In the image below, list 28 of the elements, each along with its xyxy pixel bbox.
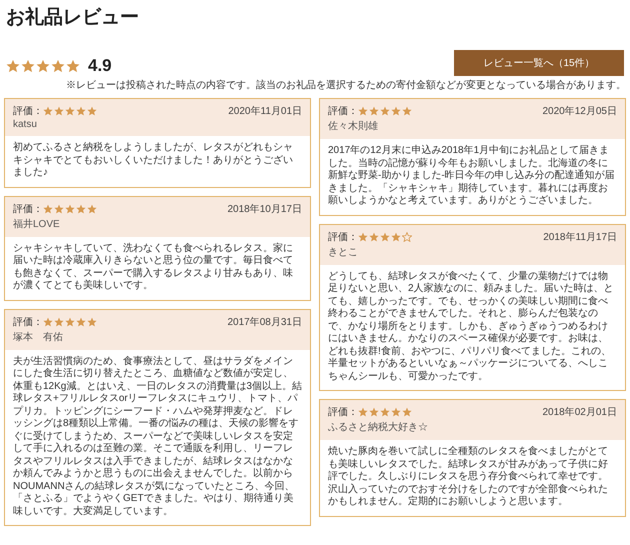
review-date: 2020年11月01日 bbox=[228, 105, 302, 118]
rating-label: 評価： bbox=[328, 104, 358, 118]
review-date: 2017年08月31日 bbox=[228, 316, 302, 328]
reviewer-name: きとこ bbox=[328, 246, 359, 258]
review-note: ※レビューは投稿された時点の内容です。該当のお礼品を選択するための寄付金額などが変更となっている場合があります。 bbox=[65, 78, 626, 92]
rating-label: 評価： bbox=[13, 316, 43, 328]
review-text: 2017年の12月末に申込み2018年1月中旬にお礼品として届きました。当時の記憶が蘇り今年もお願いしました。北海道の冬に新鮮な野菜-助かりました-昨日今年の申し込み分の配達通知が届きました。「シャキシャキ」期待しています。暮れには再度お願いしようかなと考えています。ありがとうございました。 bbox=[327, 144, 616, 208]
rating-label: 評価： bbox=[328, 230, 358, 244]
review-text: どうしても、結球レタスが食べたくて、少量の葉物だけでは物足りないと思い、2人家族なのに、頼みました。届いた時は、とても、嬉しかったです。でも、せっかくの美味しい期間に食べ終わることができませんでした。それと、膨らんだ包装なので、かなり場所をとります。しかも、ぎゅうぎゅうつめるわけにはいきません。かなりのスペース確保が必要です。お味は、どれも抜群!食前、おやつに、パリパリ食べてました。これの、半量セットがあるといいなぁ～パッケージについてる、へしこちゃんシールも、可愛かったです。 bbox=[327, 270, 615, 384]
review-date: 2018年02月01日 bbox=[542, 406, 617, 419]
review-text: 夫が生活習慣病のため、食事療法として、昼はサラダをメインにした食生活に切り替えたところ、血糖値など数値が安定し、体重も12Kg減。とはいえ、一日のレタスの消費量は3個以上。結球レタス+フリルレタスorリーフレタスにキュウリ、トマト、パプリカ。トッピングにシーフード・ハムや発芽押麦など。ドレッシングは8種類以上常備。一番の悩みの種は、天候の影響をすぐに受けてしまうため、スーパーなどで美味しいレタスを安定して手に入れるのは至難の業。そこで通販を利用し、リーフレタスやフリルレタスは入手できましたが、結球レタスはなかなか頼んでみようかと思うものに出会えませんでした。以前からNOUMANNさんの結球レタスが気になっていたところ、今回、「さとふる」でようやくGETできました。やはり、期待通り美味しいです。大変満足しています。 bbox=[12, 354, 303, 518]
rating-label: 評価： bbox=[328, 406, 358, 419]
page-title: お礼品レビュー bbox=[6, 6, 140, 30]
review-text: シャキシャキしていて、洗わなくても食べられるレタス。家に届いた時は冷蔵庫入りきらないと思う位の量です。毎日食べても飽きなくて、スーパーで購入するレタスより甘みもあり、味が濃くてとても美味しいです。 bbox=[12, 242, 294, 293]
review-date: 2020年12月05日 bbox=[542, 105, 617, 118]
reviewer-name: ふるさと納税大好き☆ bbox=[328, 420, 429, 434]
rating-label: 評価： bbox=[13, 202, 43, 216]
review-list-button[interactable]: レビュー一覧へ（15件） bbox=[454, 50, 624, 76]
review-date: 2018年10月17日 bbox=[228, 202, 302, 216]
reviewer-name: 塚本 有佑 bbox=[13, 330, 64, 344]
reviewer-name: 福井LOVE bbox=[13, 218, 61, 230]
review-date: 2018年11月17日 bbox=[543, 230, 617, 244]
average-score: 4.9 bbox=[88, 56, 112, 76]
rating-label: 評価： bbox=[13, 104, 43, 118]
reviewer-name: katsu bbox=[13, 119, 38, 130]
reviewer-name: 佐々木則雄 bbox=[328, 120, 379, 133]
review-text: 初めてふるさと納税をしようしましたが、レタスがどれもシャキシャキでとてもおいしくいただけました！ありがとうございました♪ bbox=[12, 140, 294, 180]
review-text: 焼いた豚肉を巻いて試しに全種類のレタスを食べましたがとても美味しいレタスでした。結球レタスが甘みがあって子供に好評でした。久しぶりにレタスを思う存分食べられて幸せです。沢山入っていたのでおすそ分けをしたのですが全部食べられたかもしれません。定期的にお願いしようと思います。 bbox=[327, 444, 609, 509]
